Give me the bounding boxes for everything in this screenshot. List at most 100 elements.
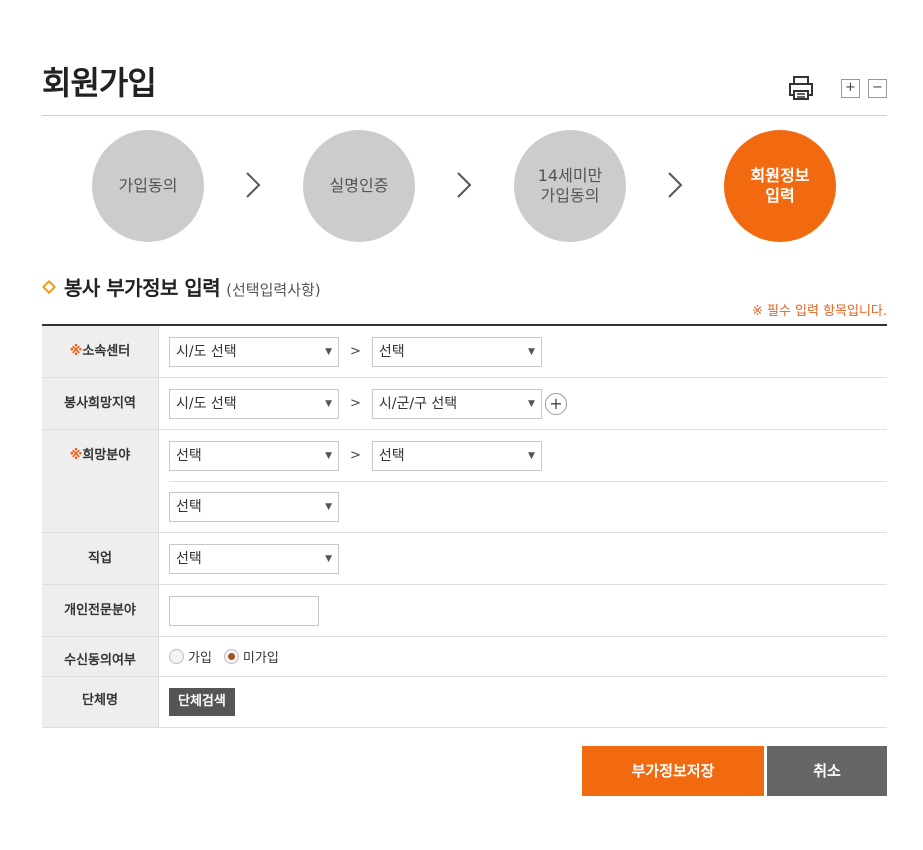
label-text: 수신동의여부 — [64, 653, 136, 668]
radio-label: 미가입 — [242, 651, 279, 666]
print-icon[interactable] — [787, 74, 815, 102]
field-line — [169, 585, 887, 636]
dropdown-arrow-icon: ▼ — [527, 398, 535, 409]
select-value: 선택 — [378, 343, 405, 360]
form-row-center: ※소속센터 시/도 선택 ▼ > 선택 ▼ — [42, 326, 887, 378]
label-text: 봉사희망지역 — [64, 396, 136, 411]
dropdown-arrow-icon: ▼ — [527, 450, 535, 461]
field-line: 가입 미가입 — [169, 637, 887, 676]
field-line: 시/도 선택 ▼ > 시/군/구 선택 ▼ + — [169, 378, 887, 429]
save-extra-info-button[interactable]: 부가정보저장 — [582, 746, 764, 796]
cancel-button[interactable]: 취소 — [767, 746, 887, 796]
field-label: 직업 — [42, 533, 158, 584]
field-cell: 가입 미가입 — [158, 637, 887, 676]
dropdown-arrow-icon: ▼ — [325, 450, 332, 461]
select-value: 선택 — [176, 499, 202, 515]
dropdown-arrow-icon: ▼ — [325, 346, 332, 357]
field-cell: 선택 ▼ > 선택 ▼ 선택 ▼ — [158, 430, 887, 532]
zoom-in-button[interactable]: + — [841, 78, 860, 98]
step-member-info: 회원정보 입력 — [724, 130, 836, 242]
form-actions: 부가정보저장 취소 — [582, 746, 887, 796]
section-title: 봉사 부가정보 입력 (선택입력사항) — [41, 272, 321, 301]
separator: > — [350, 448, 361, 463]
consent-radio-join[interactable]: 가입 — [169, 647, 212, 666]
form-row-region: 봉사희망지역 시/도 선택 ▼ > 시/군/구 선택 ▼ + — [42, 378, 887, 430]
region-district-select[interactable]: 시/군/구 선택 ▼ — [371, 388, 542, 419]
field-label: ※희망분야 — [42, 430, 158, 532]
step-label: 실명인증 — [329, 176, 389, 195]
dropdown-arrow-icon: ▼ — [325, 553, 332, 564]
step-label: 14세미만 가입동의 — [537, 166, 603, 205]
field-line: 선택 ▼ > 선택 ▼ — [169, 430, 887, 481]
field-label: 수신동의여부 — [42, 637, 158, 676]
select-value: 시/도 선택 — [176, 395, 237, 412]
field-label: ※소속센터 — [42, 326, 158, 377]
radio-circle[interactable] — [223, 649, 239, 664]
expertise-input[interactable] — [169, 595, 319, 626]
field-cell: 시/도 선택 ▼ > 시/군/구 선택 ▼ + — [158, 378, 887, 429]
header-tools: + − — [787, 74, 887, 102]
step-agreement: 가입동의 — [92, 130, 204, 242]
field-label: 개인전문분야 — [42, 585, 158, 636]
field-line: 선택 ▼ — [169, 481, 887, 532]
form-row-consent: 수신동의여부 가입 미가입 — [42, 637, 887, 677]
field-line: 시/도 선택 ▼ > 선택 ▼ — [169, 326, 887, 377]
chevron-right-icon — [668, 172, 683, 198]
center-province-select[interactable]: 시/도 선택 ▼ — [169, 336, 339, 367]
page-title: 회원가입 — [42, 64, 157, 102]
select-value: 선택 — [378, 447, 405, 464]
form-row-expertise: 개인전문분야 — [42, 585, 887, 637]
field-label: 단체명 — [42, 677, 158, 727]
section-title-main: 봉사 부가정보 입력 — [64, 276, 221, 300]
select-value: 시/도 선택 — [176, 343, 237, 360]
signup-steps: 가입동의 실명인증 14세미만 가입동의 회원정보 입력 — [92, 130, 837, 244]
center-select[interactable]: 선택 ▼ — [371, 336, 542, 367]
separator: > — [350, 396, 361, 411]
separator: > — [350, 344, 361, 359]
label-text: 단체명 — [82, 693, 118, 708]
consent-radio-decline[interactable]: 미가입 — [223, 647, 279, 666]
field-cell — [158, 585, 887, 636]
chevron-right-icon — [457, 172, 472, 198]
step-under14-consent: 14세미만 가입동의 — [514, 130, 626, 242]
step-label: 회원정보 입력 — [750, 166, 810, 205]
select-value: 선택 — [176, 550, 202, 567]
radio-label: 가입 — [188, 651, 212, 666]
required-mark: ※ — [69, 448, 83, 463]
label-text: 개인전문분야 — [64, 603, 136, 618]
field-label: 봉사희망지역 — [42, 378, 158, 429]
field-detail-select[interactable]: 선택 ▼ — [169, 492, 339, 522]
label-text: 소속센터 — [82, 344, 131, 359]
section-title-sub: (선택입력사항) — [226, 281, 321, 299]
radio-circle[interactable] — [169, 649, 184, 664]
group-search-button[interactable]: 단체검색 — [169, 688, 235, 716]
label-text: 직업 — [88, 551, 112, 566]
step-label: 가입동의 — [118, 176, 178, 195]
dropdown-arrow-icon: ▼ — [325, 398, 332, 409]
form-row-group: 단체명 단체검색 — [42, 677, 887, 728]
dropdown-arrow-icon: ▼ — [527, 346, 535, 357]
field-line: 선택 ▼ — [169, 533, 887, 584]
step-verification: 실명인증 — [303, 130, 415, 242]
diamond-bullet-icon — [41, 279, 57, 295]
dropdown-arrow-icon: ▼ — [325, 502, 332, 512]
form-row-job: 직업 선택 ▼ — [42, 533, 887, 585]
field-cell: 시/도 선택 ▼ > 선택 ▼ — [158, 326, 887, 377]
required-mark: ※ — [69, 344, 83, 359]
chevron-right-icon — [246, 172, 261, 198]
zoom-out-button[interactable]: − — [868, 78, 887, 98]
page-header: 회원가입 + − — [42, 58, 887, 116]
form-row-field: ※희망분야 선택 ▼ > 선택 ▼ 선택 ▼ — [42, 430, 887, 533]
label-text: 희망분야 — [82, 448, 131, 463]
select-value: 선택 — [176, 447, 202, 464]
required-note: ※ 필수 입력 항목입니다. — [751, 304, 887, 319]
field-category-select[interactable]: 선택 ▼ — [169, 440, 339, 471]
field-line: 단체검색 — [169, 677, 887, 727]
job-select[interactable]: 선택 ▼ — [169, 543, 339, 574]
region-province-select[interactable]: 시/도 선택 ▼ — [169, 388, 339, 419]
field-cell: 선택 ▼ — [158, 533, 887, 584]
add-region-button[interactable]: + — [544, 392, 567, 415]
field-subcategory-select[interactable]: 선택 ▼ — [371, 440, 542, 471]
select-value: 시/군/구 선택 — [378, 395, 458, 412]
volunteer-info-form: ※소속센터 시/도 선택 ▼ > 선택 ▼ 봉사희망지역 시/도 선택 ▼ > 시/군… — [42, 324, 887, 728]
